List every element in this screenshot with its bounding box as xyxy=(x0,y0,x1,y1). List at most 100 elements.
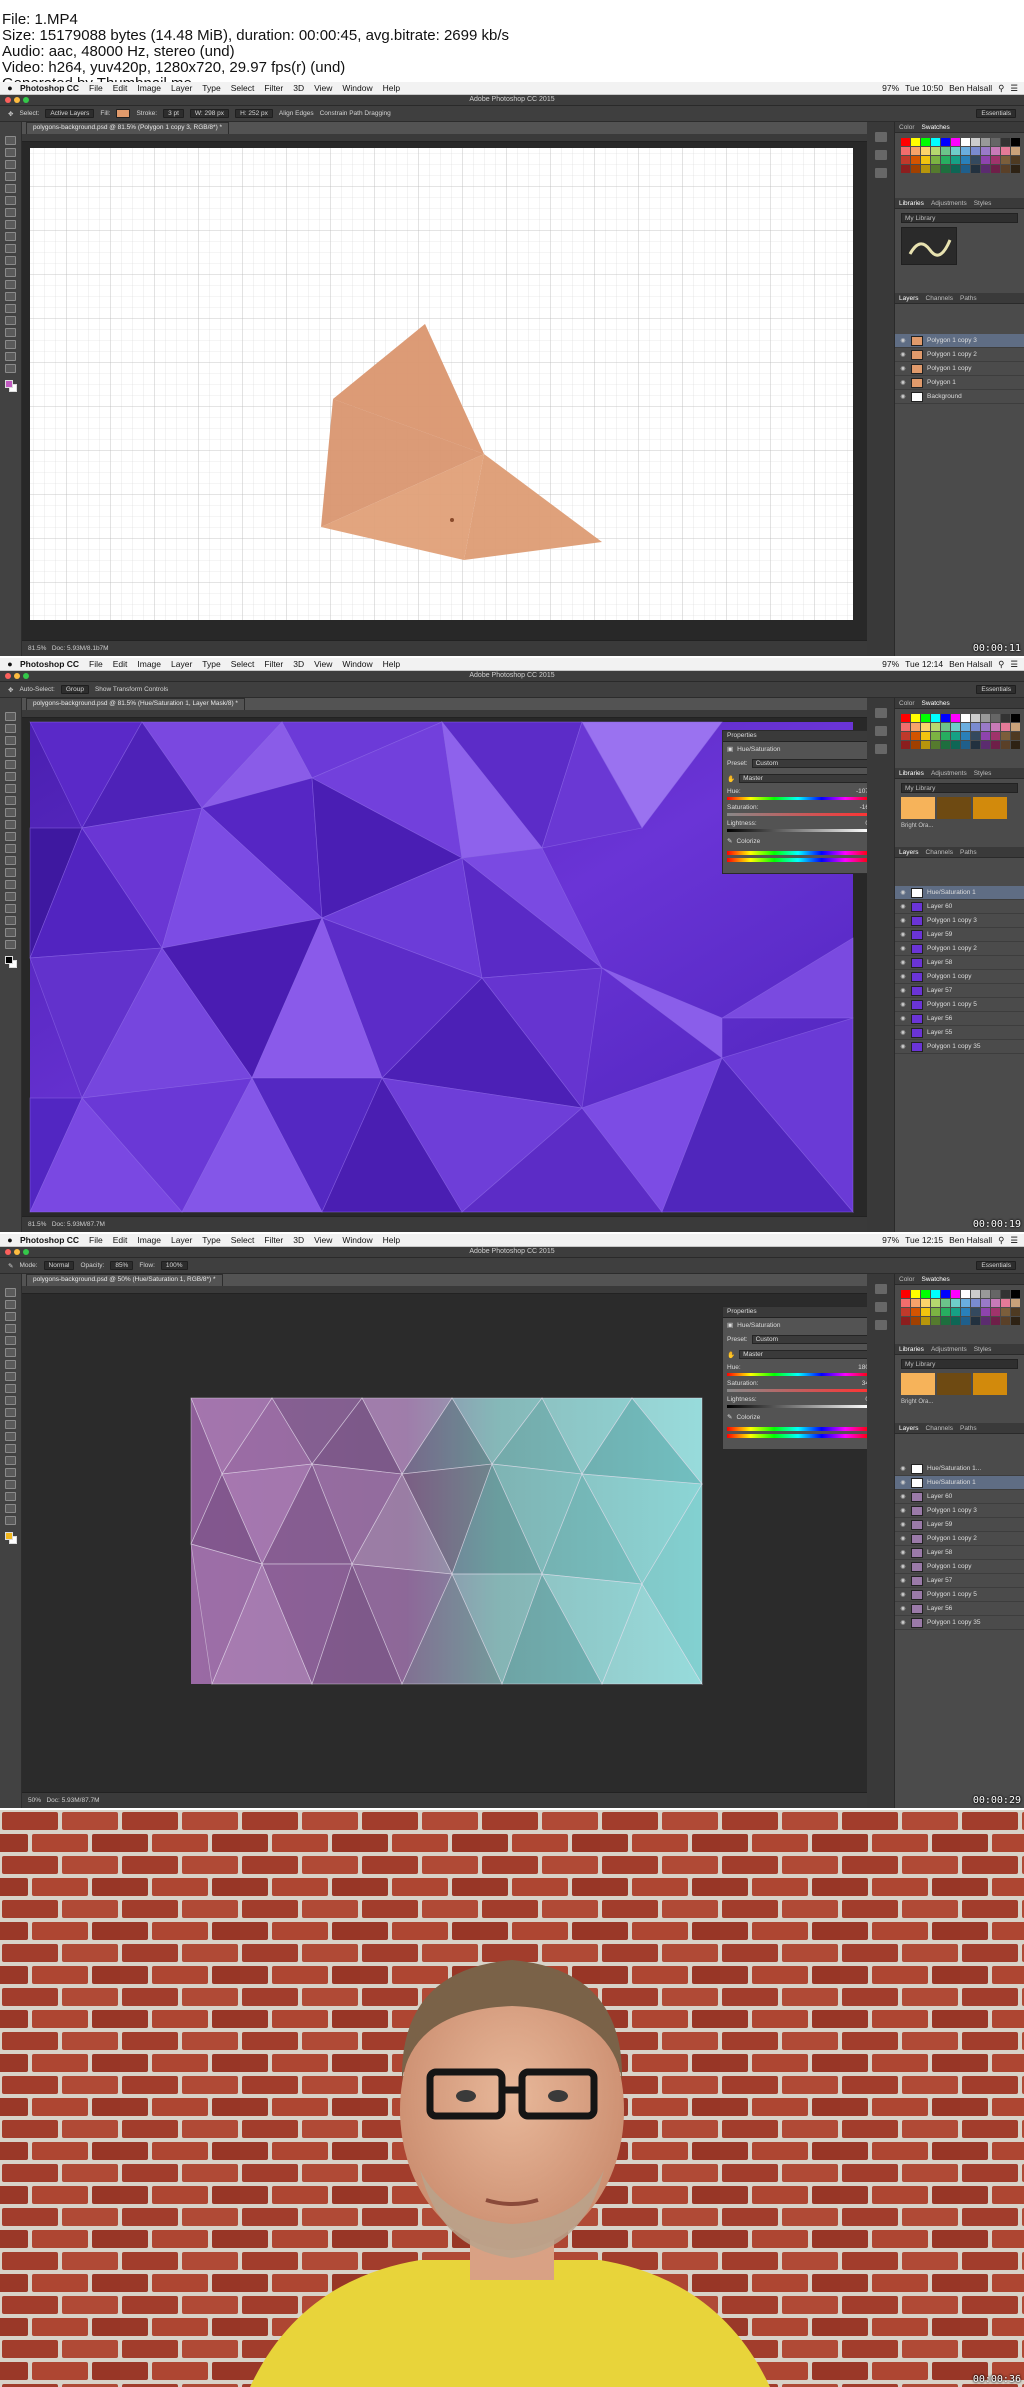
eye-icon[interactable]: ◉ xyxy=(899,365,907,372)
eyedropper-icon[interactable]: ✎ xyxy=(727,837,732,845)
eye-icon[interactable]: ◉ xyxy=(899,1479,907,1486)
eye-icon[interactable]: ◉ xyxy=(899,959,907,966)
quick-select-tool-icon[interactable] xyxy=(5,748,16,757)
swatches-grid[interactable] xyxy=(895,709,1024,754)
layer-row[interactable]: ◉ Polygon 1 copy 35 xyxy=(895,1616,1024,1630)
eraser-tool-icon[interactable] xyxy=(5,832,16,841)
eye-icon[interactable]: ◉ xyxy=(899,337,907,344)
tab-layers[interactable]: Layers xyxy=(899,1425,919,1432)
document-tab[interactable]: polygons-background.psd @ 81.5% (Polygon… xyxy=(26,122,230,134)
library-dropdown[interactable]: My Library xyxy=(901,213,1018,223)
channel-dropdown[interactable]: Master xyxy=(739,1350,869,1359)
eye-icon[interactable]: ◉ xyxy=(899,1507,907,1514)
dodge-tool-icon[interactable] xyxy=(5,1444,16,1453)
blur-tool-icon[interactable] xyxy=(5,856,16,865)
layer-row[interactable]: ◉ Hue/Saturation 1 xyxy=(895,1476,1024,1490)
constrain-path-checkbox[interactable]: Constrain Path Dragging xyxy=(320,110,391,117)
saturation-slider[interactable] xyxy=(727,1389,869,1392)
tab-paths[interactable]: Paths xyxy=(960,1425,977,1432)
layer-row[interactable]: ◉ Layer 57 xyxy=(895,1574,1024,1588)
clock[interactable]: Tue 10:50 xyxy=(905,83,943,93)
menu-type[interactable]: Type xyxy=(202,659,220,669)
lasso-tool-icon[interactable] xyxy=(5,160,16,169)
move-tool-icon[interactable] xyxy=(5,136,16,145)
zoom-tool-icon[interactable] xyxy=(5,940,16,949)
layer-row[interactable]: ◉ Layer 60 xyxy=(895,1490,1024,1504)
menu-list-icon[interactable]: ☰ xyxy=(1010,659,1018,670)
menu-window[interactable]: Window xyxy=(342,659,372,669)
library-dropdown[interactable]: My Library xyxy=(901,783,1018,793)
quick-select-tool-icon[interactable] xyxy=(5,172,16,181)
color-swatches[interactable] xyxy=(5,956,17,968)
dodge-tool-icon[interactable] xyxy=(5,292,16,301)
battery-percent[interactable]: 97% xyxy=(882,659,899,669)
layer-row[interactable]: ◉ Hue/Saturation 1 xyxy=(895,886,1024,900)
colorize-checkbox[interactable]: Colorize xyxy=(736,1414,760,1421)
tab-paths[interactable]: Paths xyxy=(960,849,977,856)
menu-window[interactable]: Window xyxy=(342,1235,372,1245)
menu-3d[interactable]: 3D xyxy=(293,659,304,669)
menu-help[interactable]: Help xyxy=(383,1235,400,1245)
eye-icon[interactable]: ◉ xyxy=(899,1549,907,1556)
crop-tool-icon[interactable] xyxy=(5,760,16,769)
tab-adjustments[interactable]: Adjustments xyxy=(931,770,967,777)
menu-app[interactable]: Photoshop CC xyxy=(20,1235,79,1245)
layer-row[interactable]: ◉ Polygon 1 copy 2 xyxy=(895,942,1024,956)
blur-tool-icon[interactable] xyxy=(5,1432,16,1441)
eye-icon[interactable]: ◉ xyxy=(899,1535,907,1542)
history-brush-icon[interactable] xyxy=(5,244,16,253)
colorize-checkbox[interactable]: Colorize xyxy=(736,838,760,845)
properties-panel-icon[interactable] xyxy=(874,150,887,160)
tab-swatches[interactable]: Swatches xyxy=(922,124,950,131)
tab-swatches[interactable]: Swatches xyxy=(922,1276,950,1283)
healing-tool-icon[interactable] xyxy=(5,208,16,217)
stroke-width-field[interactable]: 3 pt xyxy=(163,109,184,118)
brush-tool-icon[interactable]: ✎ xyxy=(8,1262,13,1270)
move-tool-icon[interactable] xyxy=(5,1288,16,1297)
menu-type[interactable]: Type xyxy=(202,1235,220,1245)
menu-file[interactable]: File xyxy=(89,83,103,93)
zoom-level[interactable]: 81.5% xyxy=(28,1221,46,1228)
swatches-grid[interactable] xyxy=(895,1285,1024,1330)
brush-tool-icon[interactable] xyxy=(5,220,16,229)
layer-row[interactable]: ◉ Polygon 1 copy 5 xyxy=(895,998,1024,1012)
zoom-tool-icon[interactable] xyxy=(5,364,16,373)
transform-controls-checkbox[interactable]: Show Transform Controls xyxy=(95,686,168,693)
zoom-level[interactable]: 50% xyxy=(28,1797,41,1804)
eye-icon[interactable]: ◉ xyxy=(899,1521,907,1528)
width-field[interactable]: W: 298 px xyxy=(189,109,230,118)
stamp-tool-icon[interactable] xyxy=(5,808,16,817)
foreground-color[interactable] xyxy=(5,956,13,964)
layer-row[interactable]: ◉ Polygon 1 copy 2 xyxy=(895,348,1024,362)
tab-layers[interactable]: Layers xyxy=(899,295,919,302)
history-brush-icon[interactable] xyxy=(5,1396,16,1405)
healing-tool-icon[interactable] xyxy=(5,1360,16,1369)
menu-help[interactable]: Help xyxy=(383,659,400,669)
tab-styles[interactable]: Styles xyxy=(974,200,992,207)
marquee-tool-icon[interactable] xyxy=(5,724,16,733)
menu-help[interactable]: Help xyxy=(383,83,400,93)
dodge-tool-icon[interactable] xyxy=(5,868,16,877)
eye-icon[interactable]: ◉ xyxy=(899,1493,907,1500)
menu-view[interactable]: View xyxy=(314,659,332,669)
pen-tool-icon[interactable] xyxy=(5,1456,16,1465)
menu-layer[interactable]: Layer xyxy=(171,1235,192,1245)
library-color-swatch[interactable] xyxy=(901,1373,935,1395)
clock[interactable]: Tue 12:15 xyxy=(905,1235,943,1245)
search-icon[interactable]: ⚲ xyxy=(998,83,1004,94)
eye-icon[interactable]: ◉ xyxy=(899,1619,907,1626)
history-brush-icon[interactable] xyxy=(5,820,16,829)
shape-tool-icon[interactable] xyxy=(5,1492,16,1501)
tab-layers[interactable]: Layers xyxy=(899,849,919,856)
menu-image[interactable]: Image xyxy=(137,1235,161,1245)
layer-row[interactable]: ◉ Polygon 1 copy 2 xyxy=(895,1532,1024,1546)
library-color-swatch[interactable] xyxy=(937,1373,971,1395)
healing-tool-icon[interactable] xyxy=(5,784,16,793)
menu-layer[interactable]: Layer xyxy=(171,659,192,669)
user-name[interactable]: Ben Halsall xyxy=(949,659,992,669)
eye-icon[interactable]: ◉ xyxy=(899,1465,907,1472)
menu-app[interactable]: Photoshop CC xyxy=(20,659,79,669)
mode-dropdown[interactable]: Normal xyxy=(43,1261,75,1270)
eye-icon[interactable]: ◉ xyxy=(899,379,907,386)
search-icon[interactable]: ⚲ xyxy=(998,659,1004,670)
